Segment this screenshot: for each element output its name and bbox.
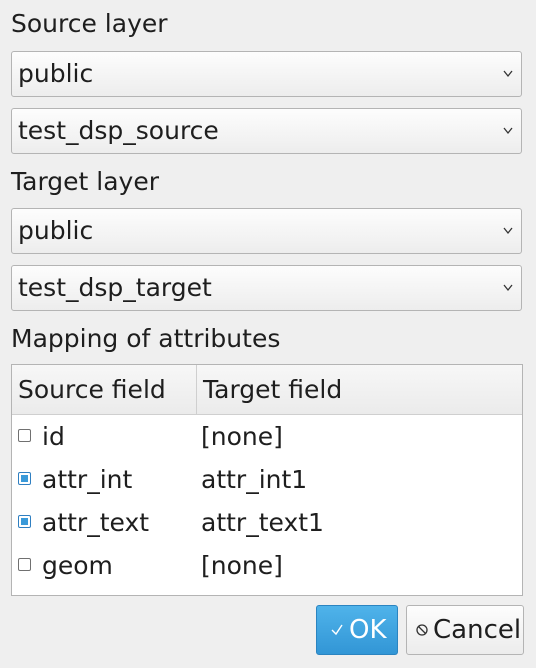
cancel-icon <box>416 624 428 636</box>
mapping-label: Mapping of attributes <box>11 324 281 353</box>
table-row[interactable]: attr_int attr_int1 <box>12 458 522 501</box>
target-field-cell[interactable]: attr_int1 <box>201 458 307 501</box>
source-field-cell: attr_text <box>42 508 150 537</box>
ok-button[interactable]: OK <box>316 605 398 655</box>
target-field-cell[interactable]: [none] <box>201 544 283 587</box>
row-checkbox[interactable] <box>18 429 31 442</box>
row-checkbox[interactable] <box>18 558 31 571</box>
column-header-target-field[interactable]: Target field <box>197 365 522 414</box>
table-row[interactable]: attr_text attr_text1 <box>12 501 522 544</box>
source-field-cell: geom <box>42 551 113 580</box>
target-layer-label: Target layer <box>11 167 160 196</box>
ok-button-label: OK <box>349 615 387 645</box>
target-table-select[interactable]: test_dsp_target <box>11 265 522 311</box>
source-layer-label: Source layer <box>11 9 168 38</box>
column-header-source-field[interactable]: Source field <box>12 365 197 414</box>
chevron-down-icon <box>503 284 513 292</box>
table-row[interactable]: id [none] <box>12 415 522 458</box>
target-schema-value: public <box>18 216 94 245</box>
source-schema-select[interactable]: public <box>11 51 522 97</box>
attribute-mapping-table: Source field Target field id [none] attr… <box>11 364 523 596</box>
source-field-cell: id <box>42 422 65 451</box>
target-field-cell[interactable]: [none] <box>201 415 283 458</box>
row-checkbox[interactable] <box>18 472 31 485</box>
cancel-button-label: Cancel <box>433 615 522 645</box>
table-header: Source field Target field <box>12 365 522 415</box>
target-field-cell[interactable]: attr_text1 <box>201 501 324 544</box>
chevron-down-icon <box>503 127 513 135</box>
target-table-value: test_dsp_target <box>18 273 212 302</box>
source-table-value: test_dsp_source <box>18 116 219 145</box>
checkmark-icon <box>331 624 343 636</box>
chevron-down-icon <box>503 227 513 235</box>
source-table-select[interactable]: test_dsp_source <box>11 108 522 154</box>
table-row[interactable]: geom [none] <box>12 544 522 587</box>
source-field-cell: attr_int <box>42 465 133 494</box>
row-checkbox[interactable] <box>18 515 31 528</box>
source-schema-value: public <box>18 59 94 88</box>
chevron-down-icon <box>503 70 513 78</box>
target-schema-select[interactable]: public <box>11 208 522 254</box>
cancel-button[interactable]: Cancel <box>406 605 524 655</box>
